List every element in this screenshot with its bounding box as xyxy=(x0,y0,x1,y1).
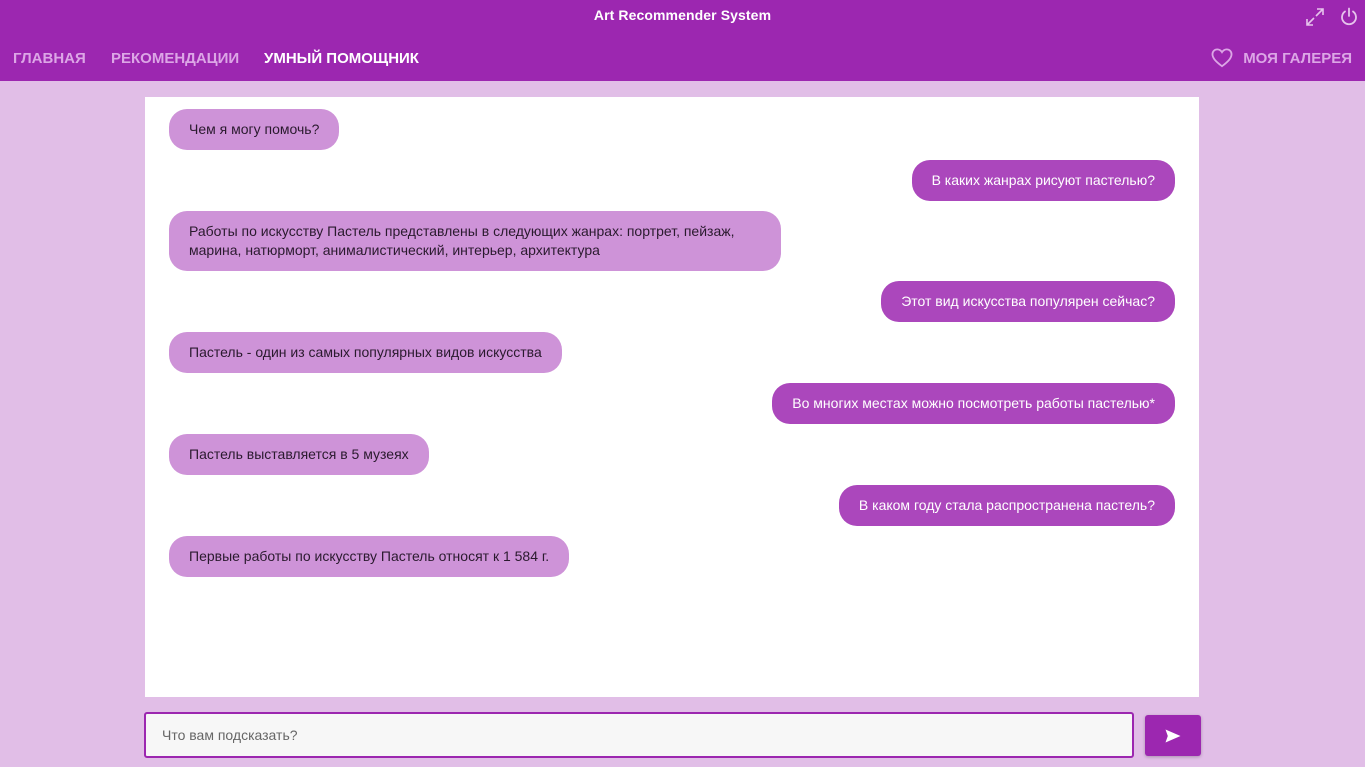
fullscreen-button[interactable] xyxy=(1303,5,1327,29)
send-icon xyxy=(1165,729,1181,742)
my-gallery-link[interactable]: МОЯ ГАЛЕРЕЯ xyxy=(1211,48,1352,68)
title-bar: Art Recommender System xyxy=(0,0,1365,34)
user-message: В каком году стала распространена пастел… xyxy=(838,485,1175,526)
nav-bar: ГЛАВНАЯ РЕКОМЕНДАЦИИ УМНЫЙ ПОМОЩНИК МОЯ … xyxy=(0,34,1365,81)
bot-message: Первые работы по искусству Пастель относ… xyxy=(169,536,570,577)
fullscreen-icon xyxy=(1306,8,1324,26)
heart-icon xyxy=(1211,48,1233,68)
nav-smart-assistant[interactable]: УМНЫЙ ПОМОЩНИК xyxy=(264,50,419,67)
bot-message: Пастель выставляется в 5 музеях xyxy=(169,434,429,475)
bot-message: Работы по искусству Пастель представлены… xyxy=(169,211,781,271)
user-message: В каких жанрах рисуют пастелью? xyxy=(911,160,1175,201)
power-icon xyxy=(1341,7,1357,26)
power-button[interactable] xyxy=(1337,5,1361,29)
message-input-container xyxy=(144,712,1134,758)
nav-recommendations[interactable]: РЕКОМЕНДАЦИИ xyxy=(111,50,239,67)
my-gallery-label: МОЯ ГАЛЕРЕЯ xyxy=(1243,49,1352,67)
bot-message: Чем я могу помочь? xyxy=(169,109,340,150)
message-input[interactable] xyxy=(146,714,1132,756)
message-list: Чем я могу помочь? В каких жанрах рисуют … xyxy=(145,97,1199,587)
window-title: Art Recommender System xyxy=(593,7,772,23)
send-button[interactable] xyxy=(1145,715,1201,756)
user-message: Во многих местах можно посмотреть работы… xyxy=(772,383,1175,424)
bot-message: Пастель - один из самых популярных видов… xyxy=(169,332,562,373)
chat-panel[interactable]: Чем я могу помочь? В каких жанрах рисуют … xyxy=(145,97,1199,697)
user-message: Этот вид искусства популярен сейчас? xyxy=(881,281,1175,322)
nav-home[interactable]: ГЛАВНАЯ xyxy=(13,50,86,67)
